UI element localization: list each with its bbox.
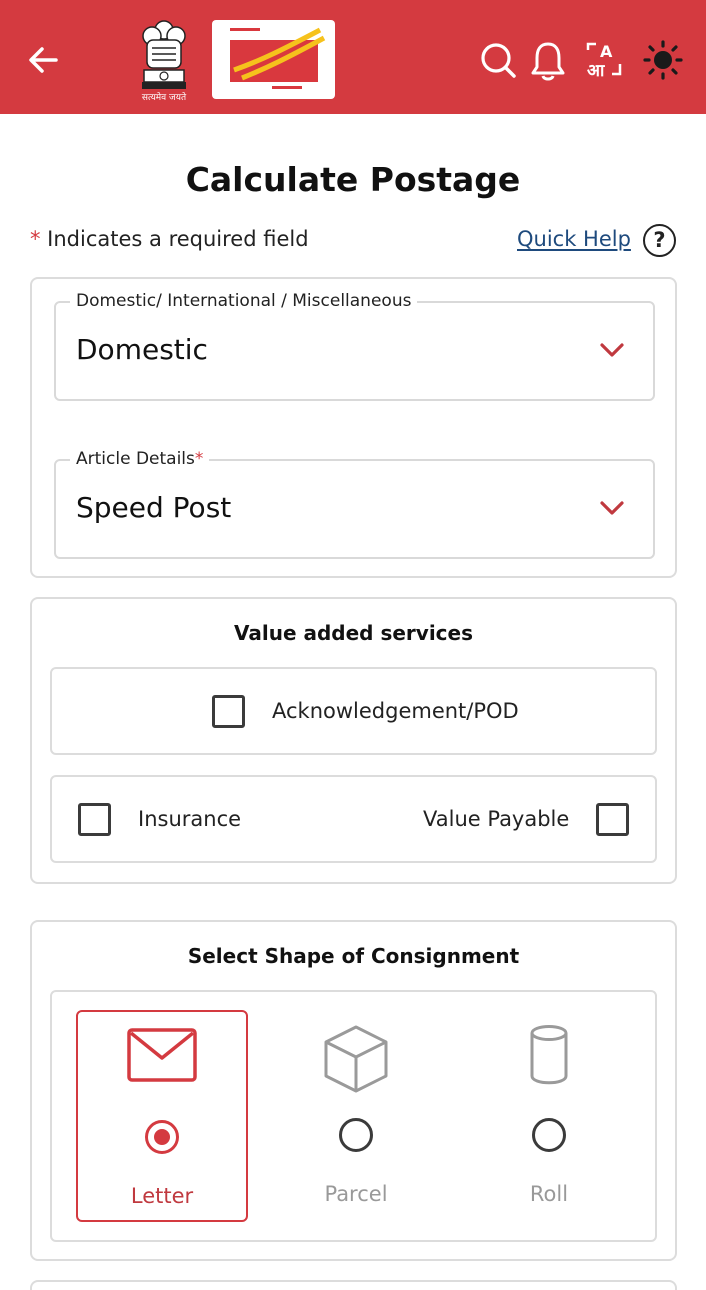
shape-option-parcel[interactable]: Parcel <box>270 1010 442 1222</box>
value-added-services-card: Value added services Acknowledgement/POD… <box>30 597 677 884</box>
svg-text:आ: आ <box>587 61 605 81</box>
box-icon <box>324 1025 388 1093</box>
required-star: * <box>30 227 41 251</box>
shape-options: Letter Parcel Roll <box>50 990 657 1242</box>
shape-option-roll[interactable]: Roll <box>463 1010 635 1222</box>
value-payable-checkbox[interactable] <box>596 803 629 836</box>
value-payable-label: Value Payable <box>423 807 570 831</box>
quick-help-link[interactable]: Quick Help <box>517 227 631 251</box>
value-added-services-title: Value added services <box>233 621 474 645</box>
article-details-value: Speed Post <box>76 491 232 524</box>
back-arrow-icon[interactable] <box>24 38 64 82</box>
india-post-logo <box>212 20 335 99</box>
shape-radio-roll[interactable] <box>532 1118 566 1152</box>
category-select-label: Domestic/ International / Miscellaneous <box>70 291 418 311</box>
page-title: Calculate Postage <box>185 160 521 199</box>
envelope-icon <box>127 1028 197 1082</box>
acknowledgement-checkbox[interactable] <box>212 695 245 728</box>
shape-label-parcel: Parcel <box>324 1182 388 1206</box>
article-selection-card: Domestic/ International / Miscellaneous … <box>30 277 677 578</box>
consignment-shape-card: Select Shape of Consignment Letter Parce… <box>30 920 677 1261</box>
shape-radio-parcel[interactable] <box>339 1118 373 1152</box>
consignment-shape-title: Select Shape of Consignment <box>187 944 520 968</box>
search-icon[interactable] <box>478 38 518 82</box>
bell-icon[interactable] <box>528 38 568 82</box>
chevron-down-icon <box>600 501 624 515</box>
svg-text:A: A <box>600 42 613 61</box>
next-section-card <box>30 1280 677 1290</box>
shape-option-letter[interactable]: Letter <box>76 1010 248 1222</box>
category-select[interactable]: Domestic/ International / Miscellaneous … <box>54 291 655 401</box>
insurance-label: Insurance <box>138 807 242 831</box>
acknowledgement-option[interactable]: Acknowledgement/POD <box>50 667 657 755</box>
required-note-text: Indicates a required field <box>40 227 309 251</box>
translate-icon[interactable]: A आ <box>584 38 624 82</box>
brightness-icon[interactable] <box>642 38 683 82</box>
insurance-checkbox[interactable] <box>78 803 111 836</box>
article-details-label: Article Details* <box>70 449 210 469</box>
emblem-motto: सत्यमेव जयते <box>141 93 187 103</box>
insurance-vp-options: Insurance Value Payable <box>50 775 657 863</box>
shape-label-roll: Roll <box>529 1182 569 1206</box>
article-details-select[interactable]: Article Details* Speed Post <box>54 449 655 559</box>
shape-radio-letter[interactable] <box>145 1120 179 1154</box>
shape-label-letter: Letter <box>130 1184 194 1208</box>
category-select-value: Domestic <box>76 333 208 366</box>
chevron-down-icon <box>600 343 624 357</box>
app-header: सत्यमेव जयते A आ <box>0 0 706 114</box>
cylinder-icon <box>530 1025 568 1085</box>
help-icon[interactable]: ? <box>643 224 676 257</box>
acknowledgement-label: Acknowledgement/POD <box>272 699 519 723</box>
required-field-note: * Indicates a required field <box>30 227 309 251</box>
